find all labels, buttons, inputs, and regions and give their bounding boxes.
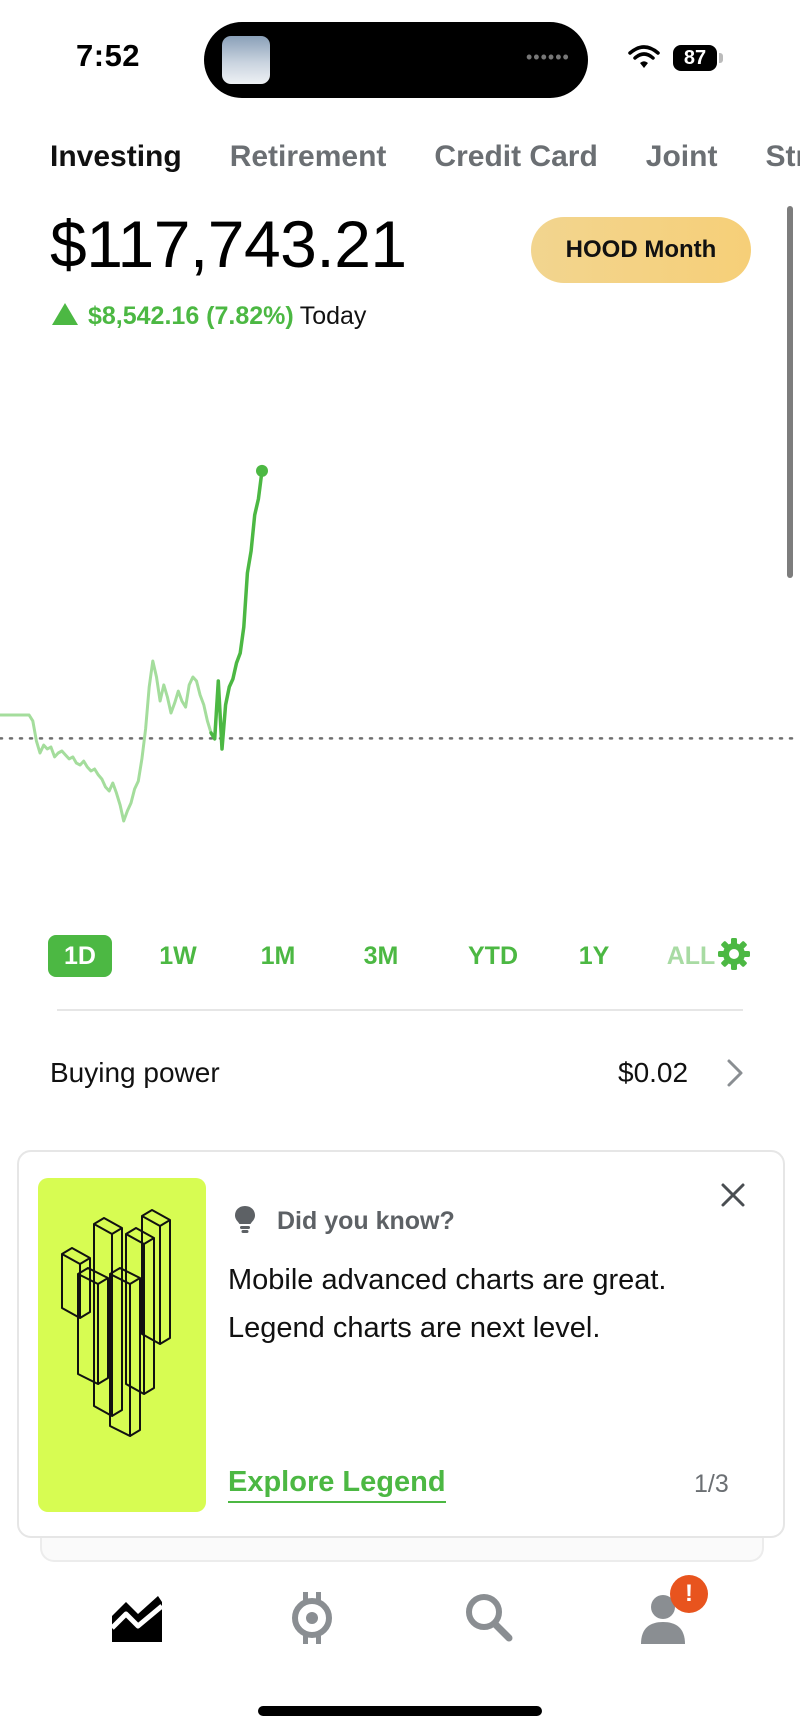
tab-credit-card[interactable]: Credit Card	[434, 140, 597, 174]
card-kicker: Did you know?	[277, 1207, 455, 1235]
buying-power-label[interactable]: Buying power	[50, 1057, 220, 1089]
lightbulb-icon	[235, 1206, 255, 1233]
now-playing-thumbnail[interactable]	[222, 36, 270, 84]
up-arrow-icon	[52, 303, 78, 325]
card-illustration	[38, 1178, 206, 1512]
hood-month-button[interactable]: HOOD Month	[531, 217, 751, 283]
chevron-right-icon[interactable]	[726, 1058, 744, 1088]
buying-power-value[interactable]: $0.02	[618, 1057, 688, 1089]
range-1m[interactable]: 1M	[248, 935, 308, 977]
range-3m[interactable]: 3M	[351, 935, 411, 977]
tab-strategies[interactable]: Str	[765, 140, 800, 174]
chart-line-recent	[209, 469, 264, 751]
notification-badge[interactable]: !	[670, 1575, 708, 1613]
daily-change: $8,542.16 (7.82%) Today	[52, 302, 366, 331]
investing-icon[interactable]	[110, 1594, 164, 1646]
range-1d[interactable]: 1D	[48, 935, 112, 977]
crypto-icon[interactable]	[288, 1590, 336, 1646]
home-indicator[interactable]	[258, 1706, 542, 1716]
card-body-line-2: Legend charts are next level.	[228, 1312, 601, 1344]
search-icon[interactable]	[464, 1592, 514, 1644]
battery-indicator: 87	[673, 45, 717, 71]
range-1y[interactable]: 1Y	[569, 935, 619, 977]
change-amount: $8,542.16 (7.82%)	[88, 302, 294, 330]
chart-current-point	[256, 464, 268, 477]
range-ytd[interactable]: YTD	[458, 935, 528, 977]
explore-legend-link[interactable]: Explore Legend	[228, 1466, 446, 1503]
activity-indicator-icon: ••••••	[526, 47, 570, 67]
tab-joint[interactable]: Joint	[646, 140, 718, 174]
account-tabs: Investing Retirement Credit Card Joint Str	[50, 140, 800, 180]
change-period: Today	[299, 302, 367, 330]
portfolio-chart[interactable]	[0, 460, 800, 920]
portfolio-value: $117,743.21	[50, 207, 407, 281]
card-body-line-1: Mobile advanced charts are great.	[228, 1264, 667, 1296]
card-pagination: 1/3	[694, 1470, 729, 1498]
tab-investing[interactable]: Investing	[50, 140, 182, 174]
section-divider	[57, 1009, 743, 1011]
legend-charts-illustration-icon	[61, 1209, 171, 1437]
chart-line-earlier	[0, 659, 220, 823]
close-icon[interactable]	[718, 1180, 748, 1210]
range-1w[interactable]: 1W	[148, 935, 208, 977]
status-time: 7:52	[76, 38, 141, 73]
wifi-icon	[628, 45, 660, 68]
battery-tip-icon	[719, 53, 723, 63]
range-all[interactable]: ALL	[666, 935, 716, 977]
tab-retirement[interactable]: Retirement	[230, 140, 387, 174]
chart-settings-gear-icon[interactable]	[717, 937, 751, 971]
